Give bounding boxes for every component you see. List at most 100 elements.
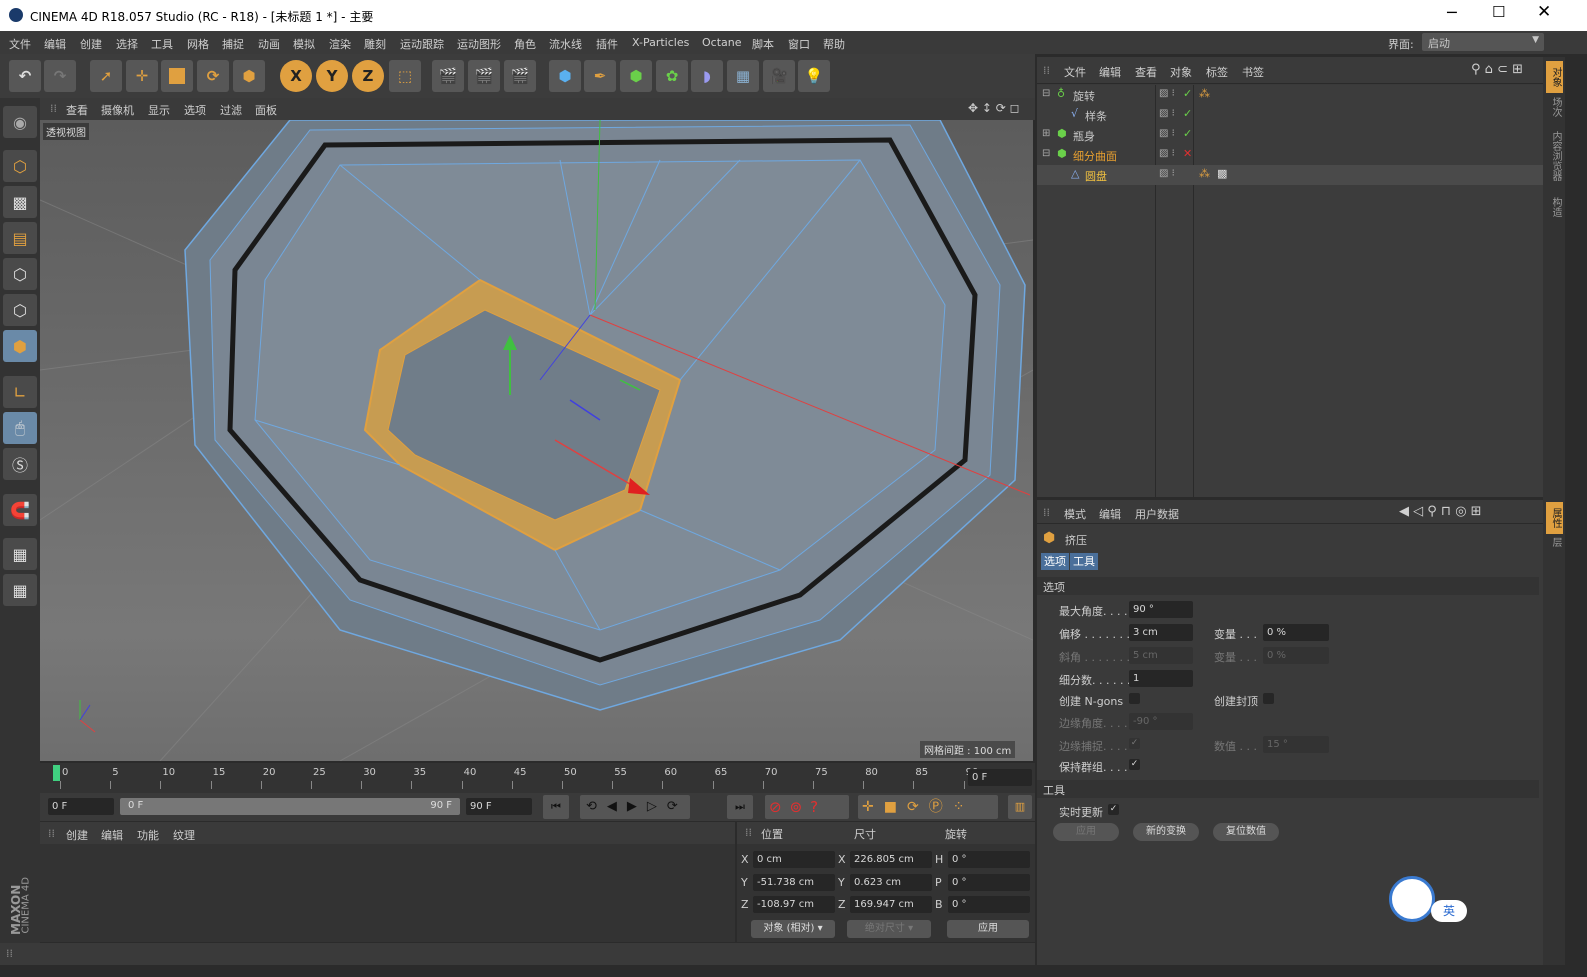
start-frame-field[interactable]: 0 F [48,798,114,815]
viewport-menu-filter[interactable]: 过滤 [220,102,242,118]
bevel-variance-field[interactable]: 0 % [1263,647,1329,664]
viewport-nav-icons[interactable]: ✥ ↕ ⟳ ◻ [968,101,1020,115]
edges-mode-button[interactable]: ⬡ [3,294,37,326]
menu-animate[interactable]: 动画 [258,36,280,52]
variance-field[interactable]: 0 % [1263,624,1329,641]
menu-file[interactable]: 文件 [9,36,31,52]
material-menu-function[interactable]: 功能 [137,827,159,843]
model-mode-button[interactable]: ⬡ [3,150,37,182]
coords-apply-button[interactable]: 应用 [947,920,1029,938]
pen-tool-button[interactable]: ✒ [584,60,616,92]
subdivision-surface-button[interactable]: ⬢ [620,60,652,92]
object-menu-edit[interactable]: 编辑 [1099,64,1121,80]
tab-options[interactable]: 选项 [1041,553,1069,570]
viewport-menu-options[interactable]: 选项 [184,102,206,118]
key-filter-controls[interactable]: ✛■⟳Ⓟ⁘ [858,795,998,819]
tab-attributes[interactable]: 属性 [1546,502,1563,534]
layout-select[interactable]: 启动 ▼ [1422,33,1544,51]
coordinate-system-button[interactable]: ⬚ [389,60,421,92]
tab-layers[interactable]: 层 [1546,537,1563,557]
menu-mesh[interactable]: 网格 [187,36,209,52]
edge-snap-checkbox[interactable]: ✓ [1129,738,1140,749]
object-menu-bookmarks[interactable]: 书签 [1242,64,1264,80]
camera-button[interactable]: 🎥 [763,60,795,92]
move-button[interactable]: ✛ [126,60,158,92]
record-controls[interactable]: ⊘⊚? [765,795,849,819]
tab-objects[interactable]: 对象 [1546,61,1563,93]
pos-x-field[interactable]: 0 cm [753,851,835,868]
viewport-menu-display[interactable]: 显示 [148,102,170,118]
menu-sculpt[interactable]: 雕刻 [364,36,386,52]
render-view-button[interactable]: 🎬 [432,60,464,92]
menu-script[interactable]: 脚本 [752,36,774,52]
visibility-toggles[interactable]: ▨ ⁝ [1159,148,1175,159]
tweak-mode-button[interactable]: 🖱 [3,412,37,444]
playback-controls[interactable]: ⟲◀▶▷⟳ [580,795,690,819]
attribute-menu-edit[interactable]: 编辑 [1099,506,1121,522]
visibility-toggles[interactable]: ▨ ⁝ [1159,108,1175,119]
light-button[interactable]: 💡 [798,60,830,92]
max-angle-field[interactable]: 90 ° [1129,601,1193,618]
polygons-mode-button[interactable]: ⬢ [3,330,37,362]
offset-field[interactable]: 3 cm [1129,624,1193,641]
subdivision-field[interactable]: 1 [1129,670,1193,687]
menu-tools[interactable]: 工具 [151,36,173,52]
disabled-x-icon[interactable]: ✕ [1183,147,1192,160]
menu-window[interactable]: 窗口 [788,36,810,52]
menu-create[interactable]: 创建 [80,36,102,52]
go-to-end-button[interactable]: ⏭ [727,795,753,819]
new-transform-button[interactable]: 新的变换 [1133,823,1199,841]
viewport-menu-panel[interactable]: 面板 [255,102,277,118]
recent-tools-button[interactable]: ⬢ [233,60,265,92]
timeline-layout-button[interactable]: ▥ [1008,795,1032,819]
workplane-align-button[interactable]: ▦ [3,574,37,606]
cloner-button[interactable]: ✿ [656,60,688,92]
tree-row-bottle[interactable]: ⊞ ⬢ 瓶身 ▨ ⁝ ✓ [1037,125,1543,145]
tree-row-disc[interactable]: △ 圆盘 ▨ ⁝ ⁂ ▩ [1037,165,1543,185]
reset-values-button[interactable]: 复位数值 [1213,823,1279,841]
keep-groups-checkbox[interactable]: ✓ [1129,759,1140,770]
rotate-button[interactable]: ⟳ [197,60,229,92]
attribute-nav-icons[interactable]: ◀ ◁ ⚲ ⊓ ◎ ⊞ [1399,504,1482,519]
current-frame-field[interactable]: 0 F [968,769,1032,786]
tab-takes[interactable]: 场次 [1546,97,1563,127]
render-picture-viewer-button[interactable]: 🎬 [468,60,500,92]
realtime-update-checkbox[interactable]: ✓ [1108,804,1119,815]
deformer-button[interactable]: ◗ [691,60,723,92]
collapse-icon[interactable]: ⊟ [1042,88,1050,99]
menu-edit[interactable]: 编辑 [44,36,66,52]
coord-mode-select[interactable]: 对象 (相对) ▾ [751,920,835,938]
workplane-mode-button[interactable]: ▤ [3,222,37,254]
tab-content-browser[interactable]: 内容浏览器 [1546,131,1563,193]
viewport-menu-camera[interactable]: 摄像机 [101,102,134,118]
snap-value-field[interactable]: 15 ° [1263,736,1329,753]
size-x-field[interactable]: 226.805 cm [850,851,932,868]
visibility-toggles[interactable]: ▨ ⁝ [1159,88,1175,99]
live-selection-button[interactable]: ➚ [90,60,122,92]
rot-b-field[interactable]: 0 ° [948,896,1030,913]
object-menu-tags[interactable]: 标签 [1206,64,1228,80]
x-axis-button[interactable]: X [280,60,312,92]
menu-octane[interactable]: Octane [702,36,742,49]
size-y-field[interactable]: 0.623 cm [850,874,932,891]
object-menu-objects[interactable]: 对象 [1170,64,1192,80]
enabled-check-icon[interactable]: ✓ [1183,107,1192,120]
size-z-field[interactable]: 169.947 cm [850,896,932,913]
solo-button[interactable]: Ⓢ [3,448,37,480]
enabled-check-icon[interactable]: ✓ [1183,127,1192,140]
redo-button[interactable]: ↷ [44,60,76,92]
menu-help[interactable]: 帮助 [823,36,845,52]
visibility-toggles[interactable]: ▨ ⁝ [1159,168,1175,179]
menu-simulate[interactable]: 模拟 [293,36,315,52]
material-menu-create[interactable]: 创建 [66,827,88,843]
edge-angle-field[interactable]: -90 ° [1129,713,1193,730]
rot-h-field[interactable]: 0 ° [948,851,1030,868]
timeline-ruler[interactable]: 051015202530354045505560657075808590 0 F [40,763,1035,793]
render-settings-button[interactable]: 🎬 [504,60,536,92]
uvw-tag-icon[interactable]: ▩ [1217,167,1227,180]
rot-p-field[interactable]: 0 ° [948,874,1030,891]
attribute-menu-userdata[interactable]: 用户数据 [1135,506,1179,522]
y-axis-button[interactable]: Y [316,60,348,92]
enabled-check-icon[interactable]: ✓ [1183,87,1192,100]
points-mode-button[interactable]: ⬡ [3,258,37,290]
